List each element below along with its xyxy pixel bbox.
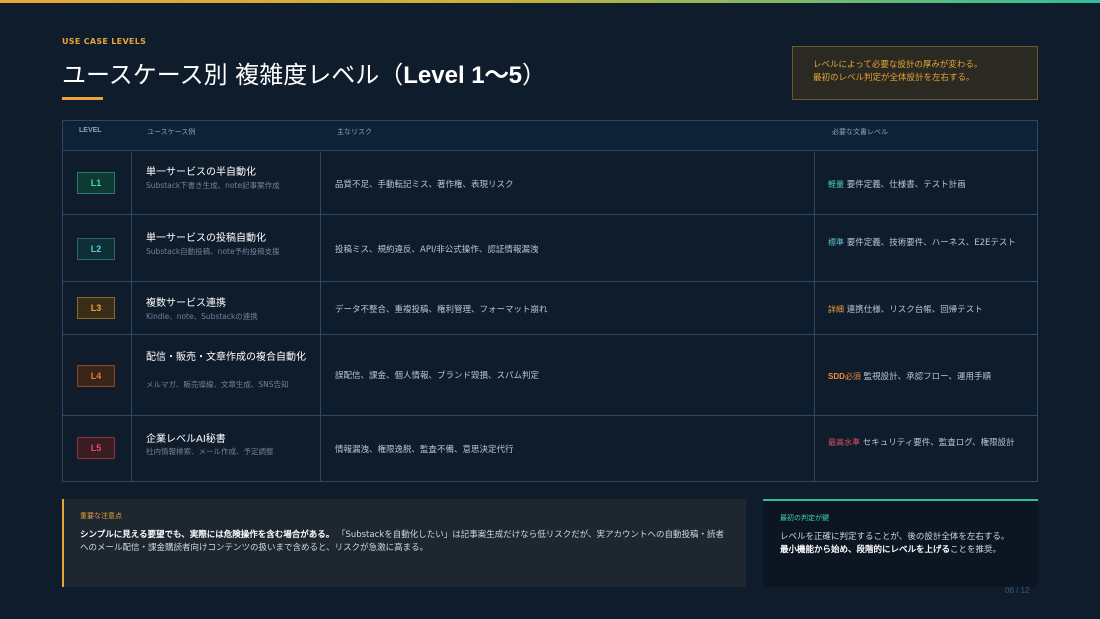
- header-risk: 主なリスク: [337, 128, 372, 136]
- page-title: ユースケース別 複雑度レベル（Level 1〜5）: [62, 55, 546, 90]
- table-row: L4 配信・販売・文章作成の複合自動化 メルマガ、販売導線、文章生成、SNS告知…: [63, 335, 1037, 416]
- key-tail: ことを推奨。: [950, 545, 1002, 555]
- header-docs: 必要な文書レベル: [832, 128, 888, 136]
- title-en: Level 1〜5: [403, 62, 522, 89]
- warning-body: シンプルに見える要望でも、実際には危険操作を含む場合がある。 「Substack…: [80, 529, 730, 555]
- doc-text: 監視設計、承認フロー、運用手順: [863, 372, 992, 382]
- doc-tag: 標準: [828, 238, 844, 247]
- warning-callout: 重要な注意点 シンプルに見える要望でも、実際には危険操作を含む場合がある。 「S…: [62, 499, 746, 587]
- key-heading: 最初の判定が鍵: [780, 514, 829, 522]
- use-case-title: 配信・販売・文章作成の複合自動化: [146, 352, 306, 363]
- header-note-box: レベルによって必要な設計の厚みが変わる。 最初のレベル判定が全体設計を左右する。: [792, 46, 1038, 100]
- level-table: LEVEL ユースケース例 主なリスク 必要な文書レベル L1 単一サービスの半…: [62, 120, 1038, 482]
- use-case-sub: 社内情報検索、メール作成、予定調整: [146, 447, 274, 456]
- table-row: L1 単一サービスの半自動化 Substack下書き生成、note記事案作成 品…: [63, 152, 1037, 215]
- title-end: ）: [521, 61, 546, 89]
- risk-text: データ不整合、重複投稿、権利管理、フォーマット崩れ: [335, 305, 548, 315]
- key-bold: 最小機能から始め、段階的にレベルを上げる: [780, 545, 951, 555]
- doc-level: 最高水準 セキュリティ要件、監査ログ、権限設計: [828, 436, 1028, 450]
- top-accent-bar: [0, 0, 1100, 3]
- use-case-title: 複数サービス連携: [146, 298, 226, 309]
- risk-text: 情報漏洩、権限逸脱、監査不備、意思決定代行: [335, 445, 514, 455]
- title-underline: [62, 97, 103, 100]
- note-line-2: 最初のレベル判定が全体設計を左右する。: [813, 73, 975, 83]
- level-badge: L2: [77, 238, 115, 260]
- use-case-sub: メルマガ、販売導線、文章生成、SNS告知: [146, 380, 289, 389]
- page-number: 06 / 12: [1005, 586, 1030, 595]
- use-case-title: 単一サービスの半自動化: [146, 167, 256, 178]
- level-badge: L5: [77, 437, 115, 459]
- doc-text: セキュリティ要件、監査ログ、権限設計: [862, 438, 1015, 448]
- doc-level: SDD必須 監視設計、承認フロー、運用手順: [828, 370, 1028, 384]
- doc-text: 連携仕様、リスク台帳、回帰テスト: [846, 305, 983, 315]
- level-badge: L3: [77, 297, 115, 319]
- table-header: LEVEL ユースケース例 主なリスク 必要な文書レベル: [63, 121, 1037, 151]
- warning-heading: 重要な注意点: [80, 512, 122, 520]
- use-case-sub: Substack下書き生成、note記事案作成: [146, 181, 280, 190]
- key-body: レベルを正確に判定することが、後の設計全体を左右する。 最小機能から始め、段階的…: [780, 531, 1038, 557]
- table-row: L5 企業レベルAI秘書 社内情報検索、メール作成、予定調整 情報漏洩、権限逸脱…: [63, 416, 1037, 481]
- use-case-title: 単一サービスの投稿自動化: [146, 233, 266, 244]
- use-case-title: 企業レベルAI秘書: [146, 434, 226, 445]
- header-level: LEVEL: [79, 127, 102, 134]
- level-badge: L1: [77, 172, 115, 194]
- doc-tag-sdd: SDD: [828, 372, 845, 381]
- doc-tag: 軽量: [828, 180, 844, 189]
- doc-tag: 必須: [844, 372, 861, 381]
- doc-level: 詳細 連携仕様、リスク台帳、回帰テスト: [828, 303, 1028, 317]
- risk-text: 投稿ミス、規約違反、API/非公式操作、認証情報漏洩: [335, 245, 539, 255]
- risk-text: 品質不足、手動転記ミス、著作権、表現リスク: [335, 180, 514, 190]
- table-row: L2 単一サービスの投稿自動化 Substack自動投稿、note予約投稿支援 …: [63, 215, 1037, 282]
- key-line-1: レベルを正確に判定することが、後の設計全体を左右する。: [780, 532, 1010, 542]
- doc-text: 要件定義、技術要件、ハーネス、E2Eテスト: [846, 238, 1016, 248]
- table-row: L3 複数サービス連携 Kindle、note、Substackの連携 データ不…: [63, 282, 1037, 335]
- use-case-sub: Substack自動投稿、note予約投稿支援: [146, 247, 280, 256]
- key-line-2: 最小機能から始め、段階的にレベルを上げることを推奨。: [780, 544, 1038, 557]
- risk-text: 誤配信、課金、個人情報、ブランド毀損、スパム判定: [335, 371, 540, 381]
- level-badge: L4: [77, 365, 115, 387]
- doc-tag: 最高水準: [828, 438, 860, 447]
- doc-level: 軽量 要件定義、仕様書、テスト計画: [828, 178, 1028, 192]
- use-case-sub: Kindle、note、Substackの連携: [146, 312, 258, 321]
- header-use-case: ユースケース例: [147, 128, 196, 136]
- doc-text: 要件定義、仕様書、テスト計画: [846, 180, 966, 190]
- note-line-1: レベルによって必要な設計の厚みが変わる。: [813, 60, 983, 70]
- warning-bold: シンプルに見える要望でも、実際には危険操作を含む場合がある。: [80, 530, 335, 540]
- doc-tag: 詳細: [828, 305, 844, 314]
- title-jp: ユースケース別 複雑度レベル（: [62, 61, 404, 89]
- doc-level: 標準 要件定義、技術要件、ハーネス、E2Eテスト: [828, 236, 1028, 250]
- key-callout: 最初の判定が鍵 レベルを正確に判定することが、後の設計全体を左右する。 最小機能…: [763, 499, 1038, 587]
- section-eyebrow: USE CASE LEVELS: [62, 37, 147, 46]
